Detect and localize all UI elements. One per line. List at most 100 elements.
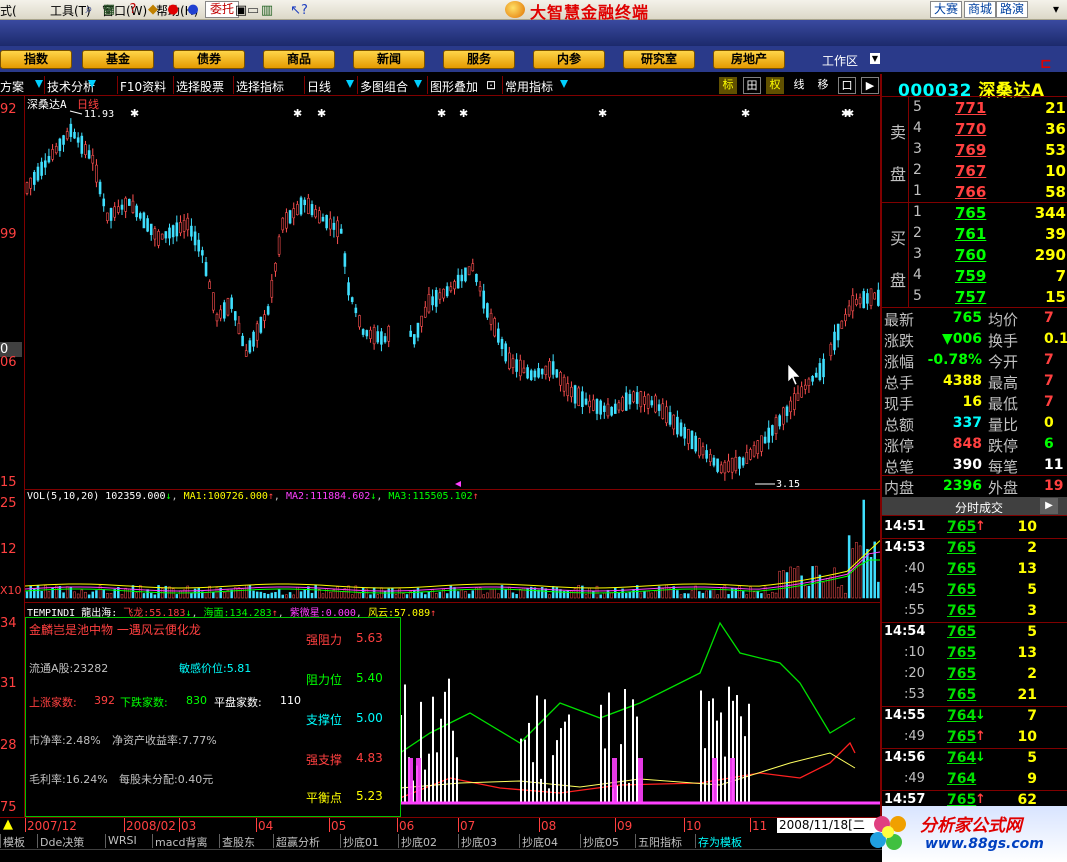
toolbar-item[interactable]: 日线 (307, 78, 331, 95)
template-tab[interactable]: Dde决策 (40, 834, 84, 849)
nav-button[interactable]: 房地产 (713, 50, 785, 69)
sell-level-price[interactable]: 771 (955, 99, 986, 117)
buy-level-price[interactable]: 757 (955, 288, 986, 306)
sell-level-price[interactable]: 766 (955, 183, 986, 201)
chart-tool-button[interactable]: ▶ (861, 77, 879, 94)
candle-body (635, 392, 639, 404)
nav-button[interactable]: 商品 (263, 50, 335, 69)
template-tab[interactable]: 抄底05 (583, 834, 619, 849)
calendar-icon[interactable]: ▦ (100, 1, 118, 19)
candlestick-chart[interactable]: ✱ ✱ ✱ ✱ ✱ ✱ ✱ ✱✱ (25, 96, 880, 488)
sell-level-price[interactable]: 767 (955, 162, 986, 180)
ind-y-label: 28 (0, 738, 17, 753)
volume-bar (255, 591, 259, 599)
buy-level-price[interactable]: 759 (955, 267, 986, 285)
template-tab[interactable]: 查股东 (222, 834, 255, 849)
nav-button[interactable]: 新闻 (353, 50, 425, 69)
template-tab[interactable]: 超赢分析 (276, 834, 320, 849)
workspace-label[interactable]: 工作区 (822, 52, 858, 69)
candle-body (299, 197, 303, 215)
nav-button[interactable]: 基金 (82, 50, 154, 69)
diamond-icon[interactable]: ◆ (144, 1, 162, 19)
link-luyan[interactable]: 路演 (996, 1, 1029, 18)
nav-button[interactable]: 服务 (443, 50, 515, 69)
vol-y-label: 25 (0, 496, 17, 511)
ma2-label: MA2: (285, 491, 311, 502)
window-icon[interactable]: ▣ (232, 2, 250, 20)
link-dasai[interactable]: 大赛 (930, 1, 963, 18)
volume-bar (175, 594, 179, 599)
red-circle-icon[interactable]: ● (164, 1, 182, 19)
toolbar-item[interactable]: 常用指标 (505, 78, 553, 95)
template-tab[interactable]: 五阳指标 (638, 834, 682, 849)
toolbar-item[interactable]: 方案 (0, 78, 24, 95)
books-icon[interactable]: ▥ (258, 2, 276, 20)
chart-tool-button[interactable]: 线 (790, 77, 808, 94)
nav-button[interactable]: 研究室 (623, 50, 695, 69)
candle-body (40, 161, 43, 176)
warning-triangle-icon[interactable]: ▲ (3, 817, 13, 832)
template-tab[interactable]: 抄底04 (522, 834, 558, 849)
lock-icon[interactable]: ⊡ (486, 78, 496, 92)
candle-body (584, 398, 588, 405)
toolbar-item[interactable]: 选择指标 (236, 78, 284, 95)
chart-tool-button[interactable]: 权 (766, 77, 784, 94)
link-shangcheng[interactable]: 商城 (964, 1, 997, 18)
template-tab[interactable]: 抄底03 (461, 834, 497, 849)
ticks-next-icon[interactable]: ▶ (1040, 498, 1058, 514)
volume-bar (559, 589, 562, 599)
buy-level-price[interactable]: 765 (955, 204, 986, 222)
chart-tool-button[interactable]: 标 (719, 77, 737, 94)
level-label: 强支撑 (306, 753, 343, 767)
template-tab[interactable]: 模板 (3, 834, 25, 849)
signal-bar (556, 740, 558, 803)
dropdown-icon[interactable] (414, 80, 422, 88)
blue-circle-icon[interactable]: ● (184, 1, 202, 19)
nav-button[interactable]: 债券 (173, 50, 245, 69)
help-pointer-icon[interactable]: ↖? (290, 2, 308, 20)
binoculars-icon[interactable]: ⌕ (80, 1, 98, 19)
signal-bump (612, 758, 617, 803)
sell-level-price[interactable]: 769 (955, 141, 986, 159)
toolbar-item[interactable]: F10资料 (120, 78, 166, 95)
volume-bar (84, 591, 87, 599)
buy-level-price[interactable]: 761 (955, 225, 986, 243)
template-tab[interactable]: 存为模板 (698, 834, 742, 849)
template-tab[interactable]: WRSI (108, 834, 137, 848)
chart-tool-button[interactable]: 移 (814, 77, 832, 94)
price-chart[interactable]: ✱ ✱ ✱ ✱ ✱ ✱ ✱ ✱ ✱ (25, 96, 880, 488)
window-controls[interactable]: ▾ (1053, 2, 1063, 16)
chart-tool-button[interactable]: 田 (743, 77, 761, 94)
template-tab[interactable]: 抄底02 (401, 834, 437, 849)
workspace-dropdown-icon[interactable]: ▼ (870, 53, 880, 64)
sell-level-index: 5 (913, 99, 922, 115)
candle-body (687, 428, 690, 444)
menu-item[interactable]: 式( (0, 2, 17, 19)
volume-bar (719, 587, 723, 599)
chart-tool-button[interactable]: 口 (838, 77, 856, 94)
template-tab[interactable]: 抄底01 (343, 834, 379, 849)
candle-body (431, 296, 434, 306)
template-tab[interactable]: macd背离 (155, 834, 208, 849)
dropdown-icon[interactable] (88, 80, 96, 88)
sell-level-price[interactable]: 770 (955, 120, 986, 138)
question-icon[interactable]: ? (124, 1, 142, 19)
buy-level-price[interactable]: 760 (955, 246, 986, 264)
ticks-title[interactable]: 分时成交 (955, 499, 1003, 516)
candle-body (427, 294, 431, 313)
stat-value: 7 (1044, 394, 1054, 410)
volume-bar (456, 591, 460, 599)
volume-bars[interactable] (24, 490, 881, 602)
nav-button[interactable]: 内参 (533, 50, 605, 69)
toolbar-item[interactable]: 图形叠加 (430, 78, 478, 95)
nav-button[interactable]: 指数 (0, 50, 72, 69)
stat-label: 换手 (988, 332, 1019, 350)
candle-body (325, 214, 328, 229)
dropdown-icon[interactable] (346, 80, 354, 88)
toolbar-item[interactable]: 多图组合 (360, 78, 408, 95)
dropdown-icon[interactable] (560, 80, 568, 88)
volume-chart[interactable] (24, 489, 881, 602)
dropdown-icon[interactable] (35, 80, 43, 88)
toolbar-item[interactable]: 选择股票 (176, 78, 224, 95)
sell-side-label: 盘 (890, 165, 907, 184)
